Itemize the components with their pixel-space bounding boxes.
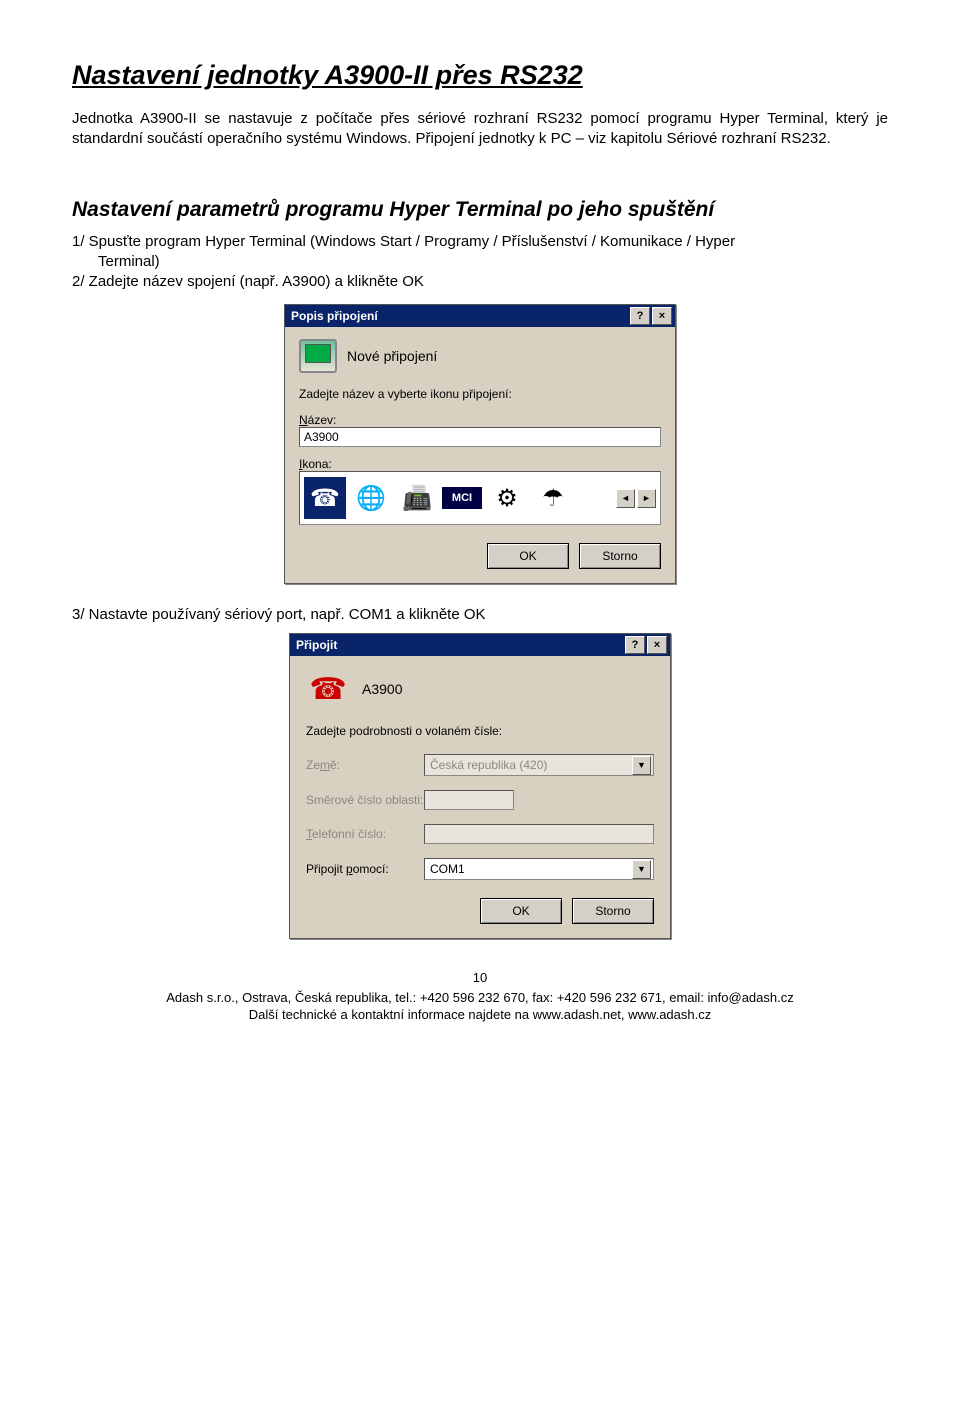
icon-option-phone[interactable]: ☎ (304, 477, 346, 519)
page-title: Nastavení jednotky A3900-II přes RS232 (72, 60, 888, 91)
page-number: 10 (72, 969, 888, 987)
monitor-icon (299, 339, 337, 373)
step-2: 2/ Zadejte název spojení (např. A3900) a… (72, 272, 888, 292)
icon-picker[interactable]: ☎ 🌐 📠 MCI ⚙ ☂ ◄ ► (299, 471, 661, 525)
icon-option-mci[interactable]: MCI (442, 487, 482, 509)
step-3: 3/ Nastavte používaný sériový port, např… (72, 606, 888, 623)
connect-using-select[interactable]: COM1 ▼ (424, 858, 654, 880)
cancel-button[interactable]: Storno (579, 543, 661, 569)
chevron-down-icon[interactable]: ▼ (632, 860, 651, 879)
help-button[interactable]: ? (625, 636, 645, 654)
scroll-right-icon[interactable]: ► (637, 489, 656, 508)
area-code-label: Směrové číslo oblasti: (306, 793, 424, 807)
icon-option-globe[interactable]: 🌐 (350, 477, 392, 519)
cancel-button[interactable]: Storno (572, 898, 654, 924)
ok-button[interactable]: OK (487, 543, 569, 569)
phone-icon: ☎ (306, 670, 350, 708)
icon-option-dial[interactable]: ⚙ (486, 477, 528, 519)
close-button[interactable]: × (647, 636, 667, 654)
titlebar: Připojit ? × (290, 634, 670, 656)
chevron-down-icon: ▼ (632, 756, 651, 775)
dialog-title: Připojit (296, 638, 623, 652)
icon-option-umbrella[interactable]: ☂ (532, 477, 574, 519)
phone-number-label: Telefonní číslo: (306, 827, 424, 841)
step-1: 1/ Spusťte program Hyper Terminal (Windo… (72, 232, 888, 252)
name-label: NNázev:ázev: (299, 413, 661, 427)
intro-paragraph: Jednotka A3900-II se nastavuje z počítač… (72, 109, 888, 150)
dialog-prompt: Zadejte název a vyberte ikonu připojení: (299, 387, 661, 401)
country-select: Česká republika (420) ▼ (424, 754, 654, 776)
scroll-left-icon[interactable]: ◄ (616, 489, 635, 508)
page-footer: 10 Adash s.r.o., Ostrava, Česká republik… (72, 969, 888, 1024)
footer-line-2: Další technické a kontaktní informace na… (72, 1006, 888, 1024)
footer-line-1: Adash s.r.o., Ostrava, Česká republika, … (72, 989, 888, 1007)
icon-option-fax[interactable]: 📠 (396, 477, 438, 519)
dialog-connect: Připojit ? × ☎ A3900 Zadejte podrobnosti… (289, 633, 671, 939)
step-1-cont: Terminal) (72, 252, 888, 272)
connection-name: A3900 (362, 681, 402, 697)
section-subheading: Nastavení parametrů programu Hyper Termi… (72, 198, 888, 222)
dialog-prompt: Zadejte podrobnosti o volaném čísle: (306, 724, 654, 738)
dialog-connection-description: Popis připojení ? × Nové připojení Zadej… (284, 304, 676, 584)
phone-number-input (424, 824, 654, 844)
name-input[interactable] (299, 427, 661, 447)
area-code-input (424, 790, 514, 810)
ok-button[interactable]: OK (480, 898, 562, 924)
country-label: Země: (306, 758, 424, 772)
titlebar: Popis připojení ? × (285, 305, 675, 327)
connect-using-label: Připojit pomocí: (306, 862, 424, 876)
icon-label: Ikona: (299, 457, 661, 471)
new-connection-label: Nové připojení (347, 348, 437, 364)
close-button[interactable]: × (652, 307, 672, 325)
help-button[interactable]: ? (630, 307, 650, 325)
dialog-title: Popis připojení (291, 309, 628, 323)
